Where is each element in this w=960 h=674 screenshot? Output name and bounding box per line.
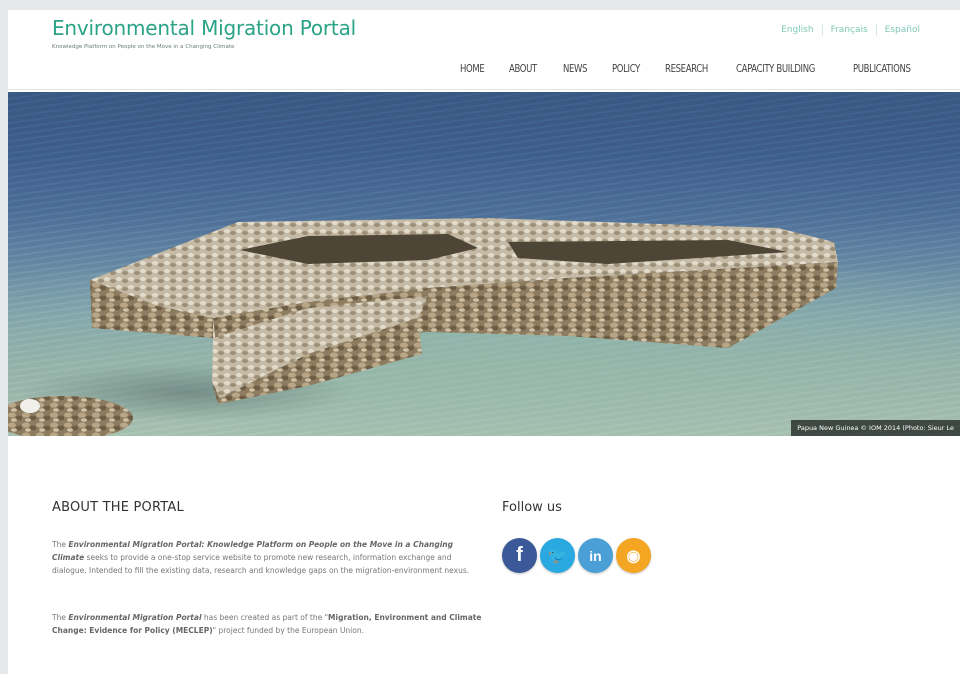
lang-spanish[interactable]: Español xyxy=(885,25,920,35)
facebook-icon[interactable]: f xyxy=(502,538,537,573)
linkedin-icon[interactable]: in xyxy=(578,538,613,573)
rss-icon[interactable]: ◉ xyxy=(616,538,651,573)
divider xyxy=(821,24,823,36)
follow-us-title: Follow us xyxy=(502,500,562,515)
stone-wall-illustration xyxy=(8,218,838,436)
nav-news[interactable]: NEWS xyxy=(563,62,588,75)
nav-publications[interactable]: PUBLICATIONS xyxy=(853,62,911,75)
site-tagline: Knowledge Platform on People on the Move… xyxy=(52,44,235,50)
lang-english[interactable]: English xyxy=(781,25,814,35)
nav-about[interactable]: ABOUT xyxy=(509,62,537,75)
page: Environmental Migration Portal Knowledge… xyxy=(8,10,960,674)
nav-capacity-building[interactable]: CAPACITY BUILDING xyxy=(736,62,815,75)
text: The xyxy=(52,540,66,549)
about-title: ABOUT THE PORTAL xyxy=(52,500,184,515)
portal-name-emphasis: Environmental Migration Portal xyxy=(68,613,202,622)
nav-research[interactable]: RESEARCH xyxy=(665,62,708,75)
text: has been created as part of the " xyxy=(203,613,329,622)
text: seeks to provide a one-stop service webs… xyxy=(52,553,470,575)
text: The xyxy=(52,613,66,622)
text: " project funded by the European Union. xyxy=(212,626,364,635)
nav-home[interactable]: HOME xyxy=(460,62,485,75)
about-paragraph-2: The Environmental Migration Portal has b… xyxy=(52,611,482,637)
divider xyxy=(875,24,877,36)
site-header: Environmental Migration Portal Knowledge… xyxy=(8,10,960,90)
lang-french[interactable]: Français xyxy=(831,25,868,35)
language-switcher: English Français Español xyxy=(781,24,920,36)
social-links: f 🐦 in ◉ xyxy=(502,538,651,573)
twitter-icon[interactable]: 🐦 xyxy=(540,538,575,573)
nav-policy[interactable]: POLICY xyxy=(612,62,640,75)
photo-caption: Papua New Guinea © IOM 2014 (Photo: Sieu… xyxy=(791,420,960,436)
main-nav: HOME ABOUT NEWS POLICY RESEARCH CAPACITY… xyxy=(460,62,920,75)
hero-image: Papua New Guinea © IOM 2014 (Photo: Sieu… xyxy=(8,92,960,436)
about-paragraph-1: The Environmental Migration Portal: Know… xyxy=(52,538,482,577)
site-title[interactable]: Environmental Migration Portal xyxy=(52,16,356,40)
